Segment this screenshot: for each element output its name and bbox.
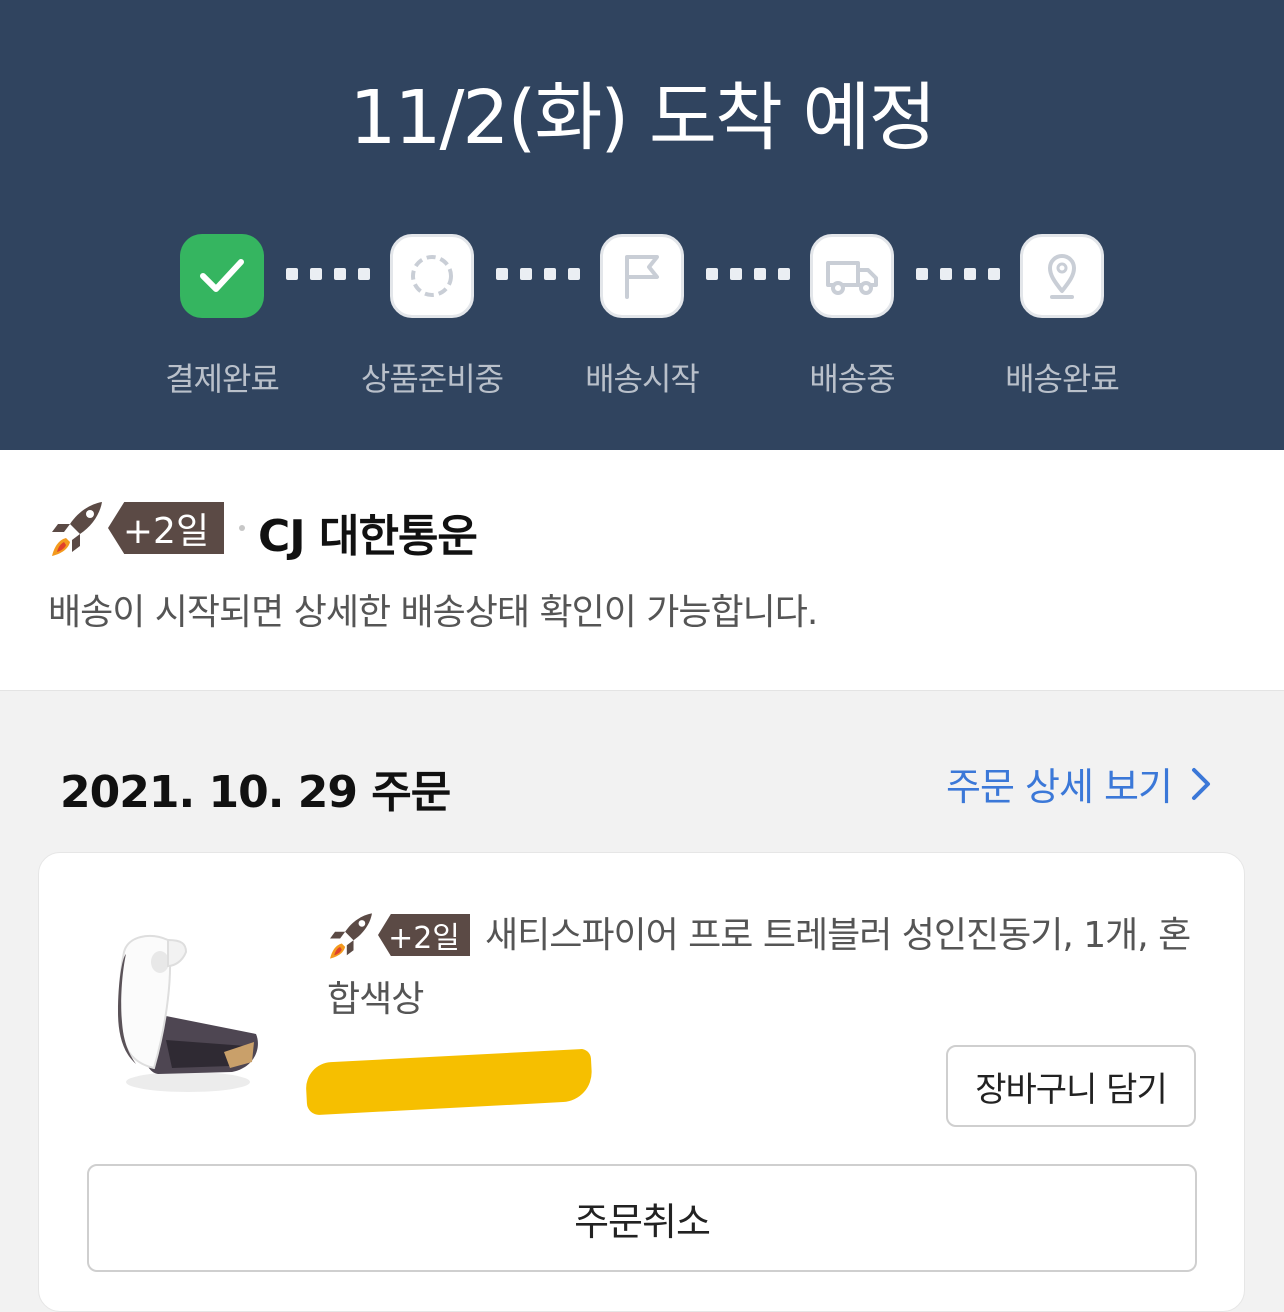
order-detail-link-label: 주문 상세 보기	[946, 765, 1173, 809]
step-in-transit	[810, 234, 894, 318]
step-connector	[286, 268, 370, 280]
step-label: 배송완료	[1005, 360, 1120, 398]
location-pin-icon	[1048, 254, 1076, 299]
step-label: 배송시작	[585, 360, 700, 398]
step-delivered	[1020, 234, 1104, 318]
step-preparing	[390, 234, 474, 318]
step-payment-complete	[180, 234, 264, 318]
step-connector	[916, 268, 1000, 280]
flag-icon	[625, 255, 659, 299]
rocket-icon	[52, 502, 102, 556]
separator-dot	[239, 525, 245, 531]
carrier-info-panel	[0, 450, 1284, 691]
cancel-order-button[interactable]: 주문취소	[87, 1164, 1197, 1272]
truck-icon	[826, 261, 878, 295]
chevron-right-icon	[1191, 767, 1210, 800]
step-label: 상품준비중	[360, 360, 504, 398]
loading-circle-icon	[411, 255, 453, 297]
add-to-cart-button[interactable]: 장바구니 담기	[946, 1045, 1196, 1127]
arrival-date-title: 11/2(화) 도착 예정	[349, 75, 936, 161]
step-label: 결제완료	[165, 360, 280, 398]
product-title-text: 새티스파이어 프로 트레블러 성인진동기, 1개, 혼합색상	[327, 915, 1191, 1020]
shipping-days-badge: +2일	[108, 502, 224, 554]
order-detail-link[interactable]: 주문 상세 보기	[946, 756, 1212, 811]
step-shipping-started	[600, 234, 684, 318]
check-icon	[200, 259, 244, 292]
delivery-status-header: 11/2(화) 도착 예정 결제완료 상품준비중 배송시작 배송중 배송완료	[0, 0, 1284, 450]
product-image[interactable]	[106, 922, 264, 1102]
step-label: 배송중	[809, 360, 895, 398]
step-connector	[496, 268, 580, 280]
shipping-status-message: 배송이 시작되면 상세한 배송상태 확인이 가능합니다.	[48, 592, 818, 633]
product-title[interactable]: 새티스파이어 프로 트레블러 성인진동기, 1개, 혼합색상	[327, 904, 1207, 1032]
step-connector	[706, 268, 790, 280]
carrier-name: CJ 대한통운	[258, 511, 478, 562]
order-date: 2021. 10. 29 주문	[60, 767, 451, 818]
